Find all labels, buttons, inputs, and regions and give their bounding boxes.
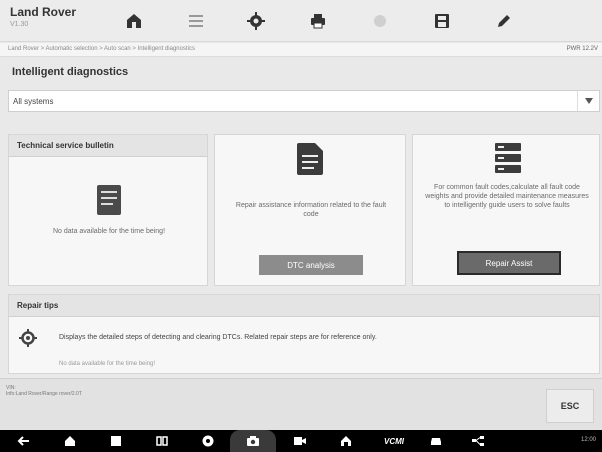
dtc-card: Repair assistance information related to…	[214, 134, 406, 286]
save-button[interactable]	[418, 8, 466, 34]
repair-tips-description: Displays the detailed steps of detecting…	[59, 334, 377, 341]
brand-version: V1.30	[10, 21, 29, 28]
home-icon	[127, 14, 141, 28]
recent-apps-icon[interactable]	[108, 433, 124, 449]
footer-bar: VIN: Info:Land Rover/Range rover/2.0T ES…	[0, 378, 602, 430]
status-clock: 12:00	[580, 437, 596, 443]
breadcrumb: Land Rover > Automatic selection > Auto …	[8, 46, 195, 52]
back-icon[interactable]	[16, 433, 32, 449]
screen-record-icon[interactable]	[292, 433, 308, 449]
car-icon[interactable]	[428, 433, 444, 449]
vehicle-home-icon[interactable]	[338, 433, 354, 449]
print-icon	[311, 14, 325, 29]
gear-icon	[19, 329, 37, 347]
network-icon[interactable]	[470, 433, 486, 449]
vehicle-swap-button[interactable]	[172, 8, 220, 34]
edit-button[interactable]	[480, 8, 528, 34]
repair-tips-title: Repair tips	[9, 295, 599, 317]
chevron-down-icon	[584, 98, 593, 104]
system-select-value: All systems	[13, 97, 54, 106]
page-title: Intelligent diagnostics	[12, 66, 129, 78]
system-select-toggle[interactable]	[577, 91, 599, 111]
vehicle-brand: Land Rover V1.30	[10, 5, 76, 28]
help-icon	[374, 15, 386, 27]
home-nav-icon[interactable]	[62, 433, 78, 449]
multitask-icon[interactable]	[154, 433, 170, 449]
brand-title: Land Rover	[10, 5, 77, 19]
dtc-document-icon	[297, 143, 323, 175]
save-icon	[435, 14, 449, 28]
vci-icon[interactable]: VCMI	[380, 433, 408, 449]
settings-button[interactable]	[232, 8, 280, 34]
repair-assist-card: For common fault codes,calculate all fau…	[412, 134, 600, 286]
tsb-card: Technical service bulletin No data avail…	[8, 134, 208, 286]
vehicle-info-text: Info:Land Rover/Range rover/2.0T	[6, 391, 82, 397]
esc-button[interactable]: ESC	[546, 389, 594, 423]
breadcrumb-bar: Land Rover > Automatic selection > Auto …	[0, 43, 602, 57]
tsb-empty-text: No data available for the time being!	[52, 228, 166, 235]
vehicle-swap-icon	[189, 15, 203, 27]
home-button[interactable]	[110, 8, 158, 34]
repair-tips-panel: Repair tips Displays the detailed steps …	[8, 294, 600, 374]
vehicle-info: VIN: Info:Land Rover/Range rover/2.0T	[6, 385, 82, 397]
repair-assist-button[interactable]: Repair Assist	[457, 251, 561, 275]
repair-tips-empty-text: No data available for the time being!	[59, 361, 156, 367]
camera-icon[interactable]	[230, 430, 276, 452]
database-icon	[495, 143, 521, 173]
dtc-analysis-button[interactable]: DTC analysis	[259, 255, 363, 275]
print-button[interactable]	[294, 8, 342, 34]
top-toolbar: Land Rover V1.30	[0, 0, 602, 42]
repair-assist-description: For common fault codes,calculate all fau…	[425, 184, 589, 209]
edit-icon	[498, 15, 510, 27]
voltage-status: PWR 12.2V	[566, 46, 598, 52]
settings-icon	[247, 12, 265, 30]
system-nav-bar: VCMI 12:00	[0, 430, 602, 452]
system-select[interactable]: All systems	[8, 90, 600, 112]
tsb-document-icon	[97, 185, 121, 215]
dtc-description: Repair assistance information related to…	[235, 202, 387, 218]
help-button[interactable]	[356, 8, 404, 34]
tsb-card-title: Technical service bulletin	[9, 135, 207, 157]
browser-icon[interactable]	[200, 433, 216, 449]
